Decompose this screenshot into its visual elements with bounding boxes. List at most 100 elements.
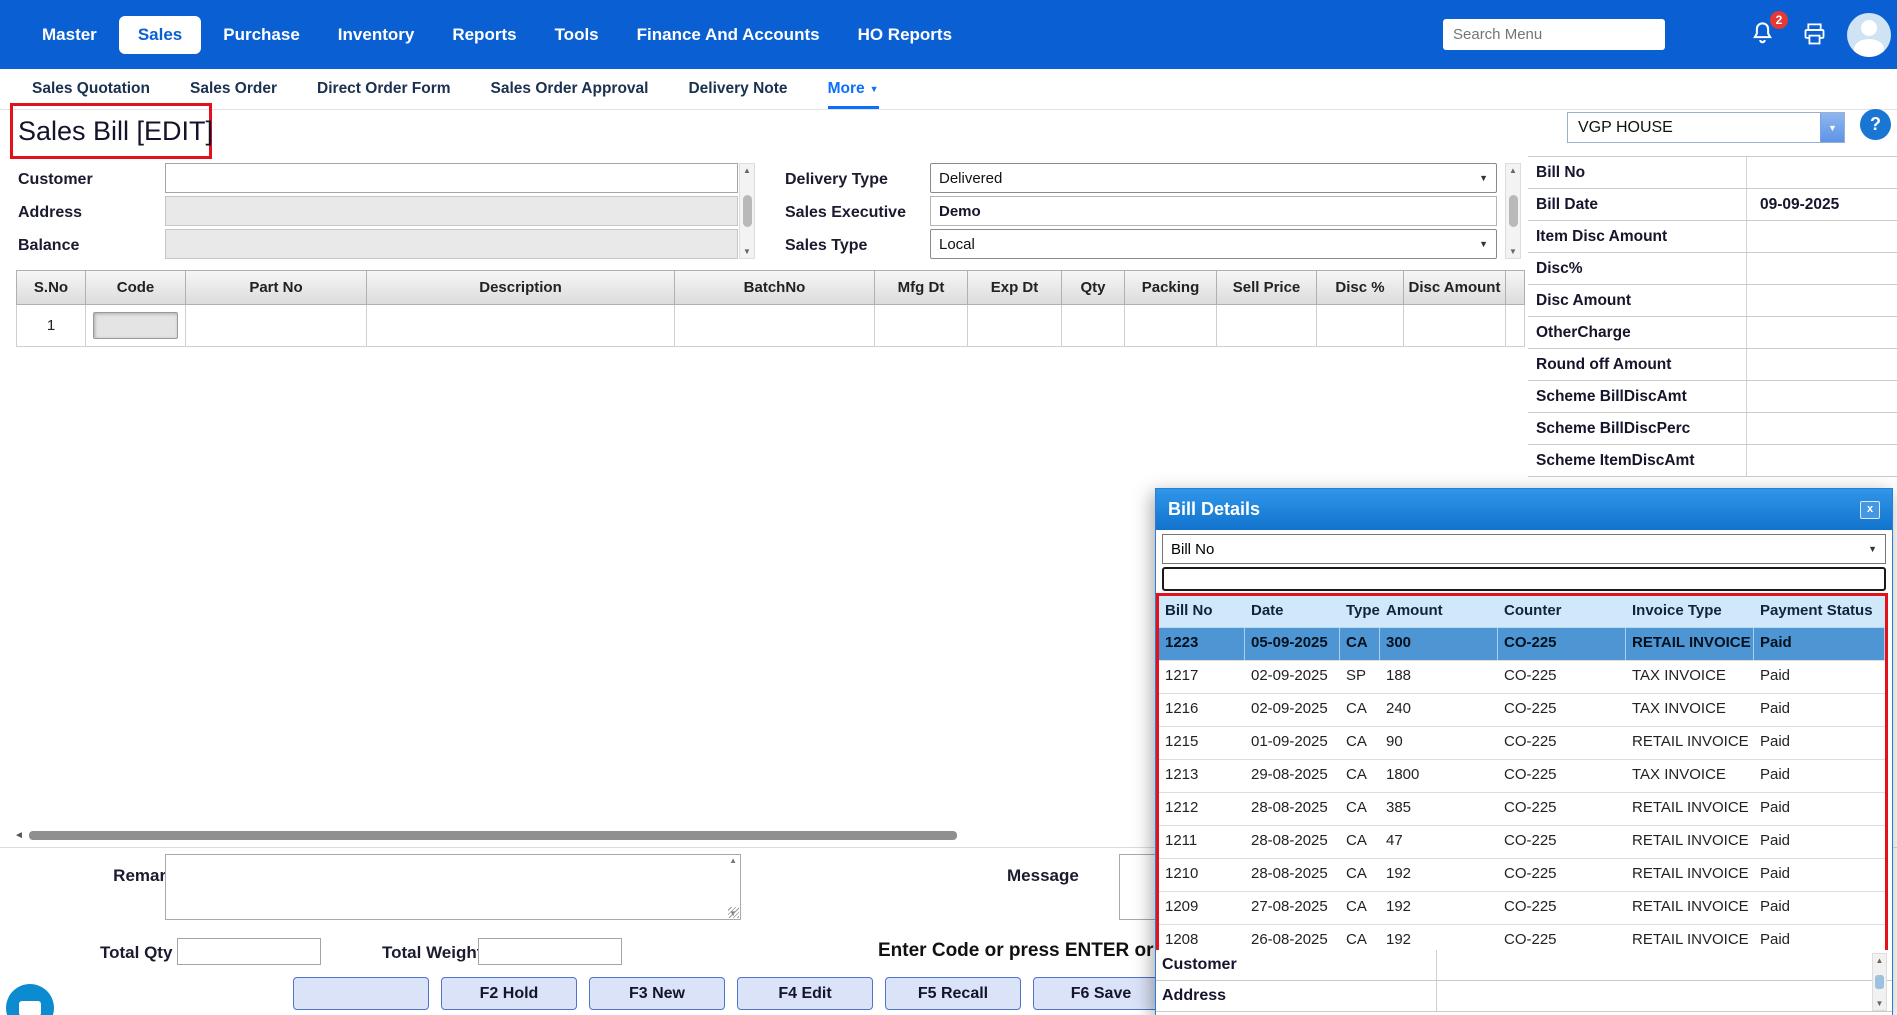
bill-row-1212[interactable]: 1212 28-08-2025 CA 385 CO-225 RETAIL INVOICE P… [1159, 793, 1885, 826]
bill-col-bill-no[interactable]: Bill No [1159, 596, 1245, 627]
scroll-thumb[interactable] [1508, 195, 1518, 227]
popup-footer-scrollbar[interactable]: ▲ ▼ [1872, 953, 1887, 1011]
bill-cell-payment-status: Paid [1760, 799, 1791, 816]
remarks-textarea[interactable]: ▲ ▼ [165, 854, 741, 920]
bill-cell-bill-no: 1213 [1165, 766, 1199, 783]
scroll-up-icon[interactable]: ▲ [743, 165, 751, 176]
bill-col-amount[interactable]: Amount [1380, 596, 1498, 627]
bill-cell-bill-no: 1210 [1165, 865, 1199, 882]
summary-row-bill-no: Bill No [1528, 157, 1897, 189]
form-scrollbar[interactable]: ▲ ▼ [1505, 163, 1521, 259]
topnav-item-tools[interactable]: Tools [539, 15, 615, 55]
scroll-up-icon[interactable]: ▲ [1876, 955, 1884, 966]
location-select[interactable]: VGP HOUSE ▼ [1567, 112, 1845, 143]
grid-cell-disc-amount[interactable] [1404, 305, 1506, 346]
summary-row-disc: Disc% [1528, 253, 1897, 285]
chat-button[interactable] [6, 984, 54, 1015]
horizontal-scrollbar[interactable]: ◄ [14, 829, 1144, 841]
fn-button-f6-save[interactable]: F6 Save [1033, 977, 1169, 1010]
bill-row-1223[interactable]: 1223 05-09-2025 CA 300 CO-225 RETAIL INVOICE P… [1159, 628, 1885, 661]
bill-row-1216[interactable]: 1216 02-09-2025 CA 240 CO-225 TAX INVOICE Paid [1159, 694, 1885, 727]
total-qty-input[interactable] [177, 938, 321, 965]
bill-row-1215[interactable]: 1215 01-09-2025 CA 90 CO-225 RETAIL INVOICE Pa… [1159, 727, 1885, 760]
bill-filter-select[interactable]: Bill No ▼ [1162, 534, 1886, 564]
fn-button-blank[interactable] [293, 977, 429, 1010]
scroll-up-icon[interactable]: ▲ [729, 856, 737, 865]
bill-cell-bill-no: 1223 [1159, 628, 1245, 660]
grid-header-clipped [1506, 271, 1524, 304]
subnav-item-more[interactable]: More ▼ [827, 69, 879, 109]
bill-col-type[interactable]: Type [1340, 596, 1380, 627]
fn-button-f2-hold[interactable]: F2 Hold [441, 977, 577, 1010]
print-button[interactable] [1801, 21, 1829, 49]
delivery-type-select[interactable]: Delivered ▼ [930, 163, 1497, 193]
bill-row-1211[interactable]: 1211 28-08-2025 CA 47 CO-225 RETAIL INVOICE Pa… [1159, 826, 1885, 859]
scroll-left-icon[interactable]: ◄ [14, 830, 24, 841]
scroll-down-icon[interactable]: ▼ [1509, 246, 1517, 257]
bill-row-1209[interactable]: 1209 27-08-2025 CA 192 CO-225 RETAIL INVOICE P… [1159, 892, 1885, 925]
bill-col-counter[interactable]: Counter [1498, 596, 1626, 627]
bill-cell-date: 02-09-2025 [1251, 700, 1328, 717]
fn-button-f3-new[interactable]: F3 New [589, 977, 725, 1010]
grid-data-row: 1 [16, 305, 1525, 347]
subnav-item-direct-order-form[interactable]: Direct Order Form [317, 69, 451, 109]
bill-row-1213[interactable]: 1213 29-08-2025 CA 1800 CO-225 TAX INVOICE Pai… [1159, 760, 1885, 793]
topnav-item-ho-reports[interactable]: HO Reports [842, 15, 968, 55]
customer-label: Customer [18, 171, 93, 188]
grid-cell-sell-price[interactable] [1217, 305, 1317, 346]
help-icon[interactable]: ? [1860, 109, 1891, 140]
subnav-item-delivery-note[interactable]: Delivery Note [688, 69, 787, 109]
chevron-down-icon[interactable]: ▼ [1820, 113, 1844, 142]
grid-cell-code[interactable] [86, 305, 186, 346]
bill-col-payment-status[interactable]: Payment Status [1754, 596, 1885, 627]
bill-search-input[interactable] [1162, 567, 1886, 591]
bill-table-header-row: Bill No Date Type Amount Counter Invoice Type… [1159, 596, 1885, 628]
popup-titlebar[interactable]: Bill Details x [1156, 489, 1892, 530]
topnav-item-reports[interactable]: Reports [436, 15, 532, 55]
grid-cell-mfg-dt[interactable] [875, 305, 968, 346]
bill-cell-payment-status: Paid [1760, 733, 1791, 750]
code-cell-input[interactable] [92, 312, 179, 339]
topnav-item-sales[interactable]: Sales [118, 15, 202, 54]
fn-button-f4-edit[interactable]: F4 Edit [737, 977, 873, 1010]
topnav-item-inventory[interactable]: Inventory [322, 15, 431, 55]
grid-cell-packing[interactable] [1125, 305, 1217, 346]
delivery-type-value: Delivered [939, 169, 1003, 187]
bill-row-1210[interactable]: 1210 28-08-2025 CA 192 CO-225 RETAIL INVOICE P… [1159, 859, 1885, 892]
scroll-down-icon[interactable]: ▼ [743, 246, 751, 257]
bill-col-invoice-type[interactable]: Invoice Type [1626, 596, 1754, 627]
scroll-down-icon[interactable]: ▼ [1876, 998, 1884, 1009]
scroll-up-icon[interactable]: ▲ [1509, 165, 1517, 176]
hscroll-thumb[interactable] [28, 830, 957, 840]
bill-cell-counter: CO-225 [1504, 898, 1557, 915]
topnav-item-master[interactable]: Master [26, 15, 113, 55]
topnav-items: Master Sales Purchase Inventory Reports Tools… [26, 15, 968, 55]
subnav-item-sales-order-approval[interactable]: Sales Order Approval [491, 69, 649, 109]
customer-scrollbar[interactable]: ▲ ▼ [739, 163, 755, 259]
grid-cell-exp-dt[interactable] [968, 305, 1062, 346]
grid-cell-s-no[interactable]: 1 [17, 305, 86, 346]
summary-row-othercharge: OtherCharge [1528, 317, 1897, 349]
grid-cell-disc[interactable] [1317, 305, 1404, 346]
topnav-item-finance-and-accounts[interactable]: Finance And Accounts [621, 15, 836, 55]
topnav-item-purchase[interactable]: Purchase [207, 15, 316, 55]
scroll-thumb[interactable] [1875, 975, 1884, 989]
customer-input[interactable] [165, 163, 738, 193]
search-input[interactable] [1443, 19, 1665, 50]
grid-cell-description[interactable] [367, 305, 675, 346]
scroll-thumb[interactable] [742, 195, 752, 227]
bill-col-date[interactable]: Date [1245, 596, 1340, 627]
grid-cell-batchno[interactable] [675, 305, 875, 346]
user-avatar[interactable] [1847, 12, 1891, 57]
bill-cell-amount: 1800 [1386, 766, 1420, 783]
resize-grip[interactable] [728, 907, 739, 918]
grid-cell-qty[interactable] [1062, 305, 1125, 346]
bill-row-1217[interactable]: 1217 02-09-2025 SP 188 CO-225 TAX INVOICE Paid [1159, 661, 1885, 694]
total-weight-input[interactable] [478, 938, 622, 965]
notifications-button[interactable]: 2 [1749, 10, 1788, 50]
sales-executive-input[interactable]: Demo [930, 196, 1497, 226]
fn-button-f5-recall[interactable]: F5 Recall [885, 977, 1021, 1010]
sales-type-select[interactable]: Local ▼ [930, 229, 1497, 259]
grid-cell-part-no[interactable] [186, 305, 367, 346]
close-icon[interactable]: x [1860, 500, 1880, 519]
